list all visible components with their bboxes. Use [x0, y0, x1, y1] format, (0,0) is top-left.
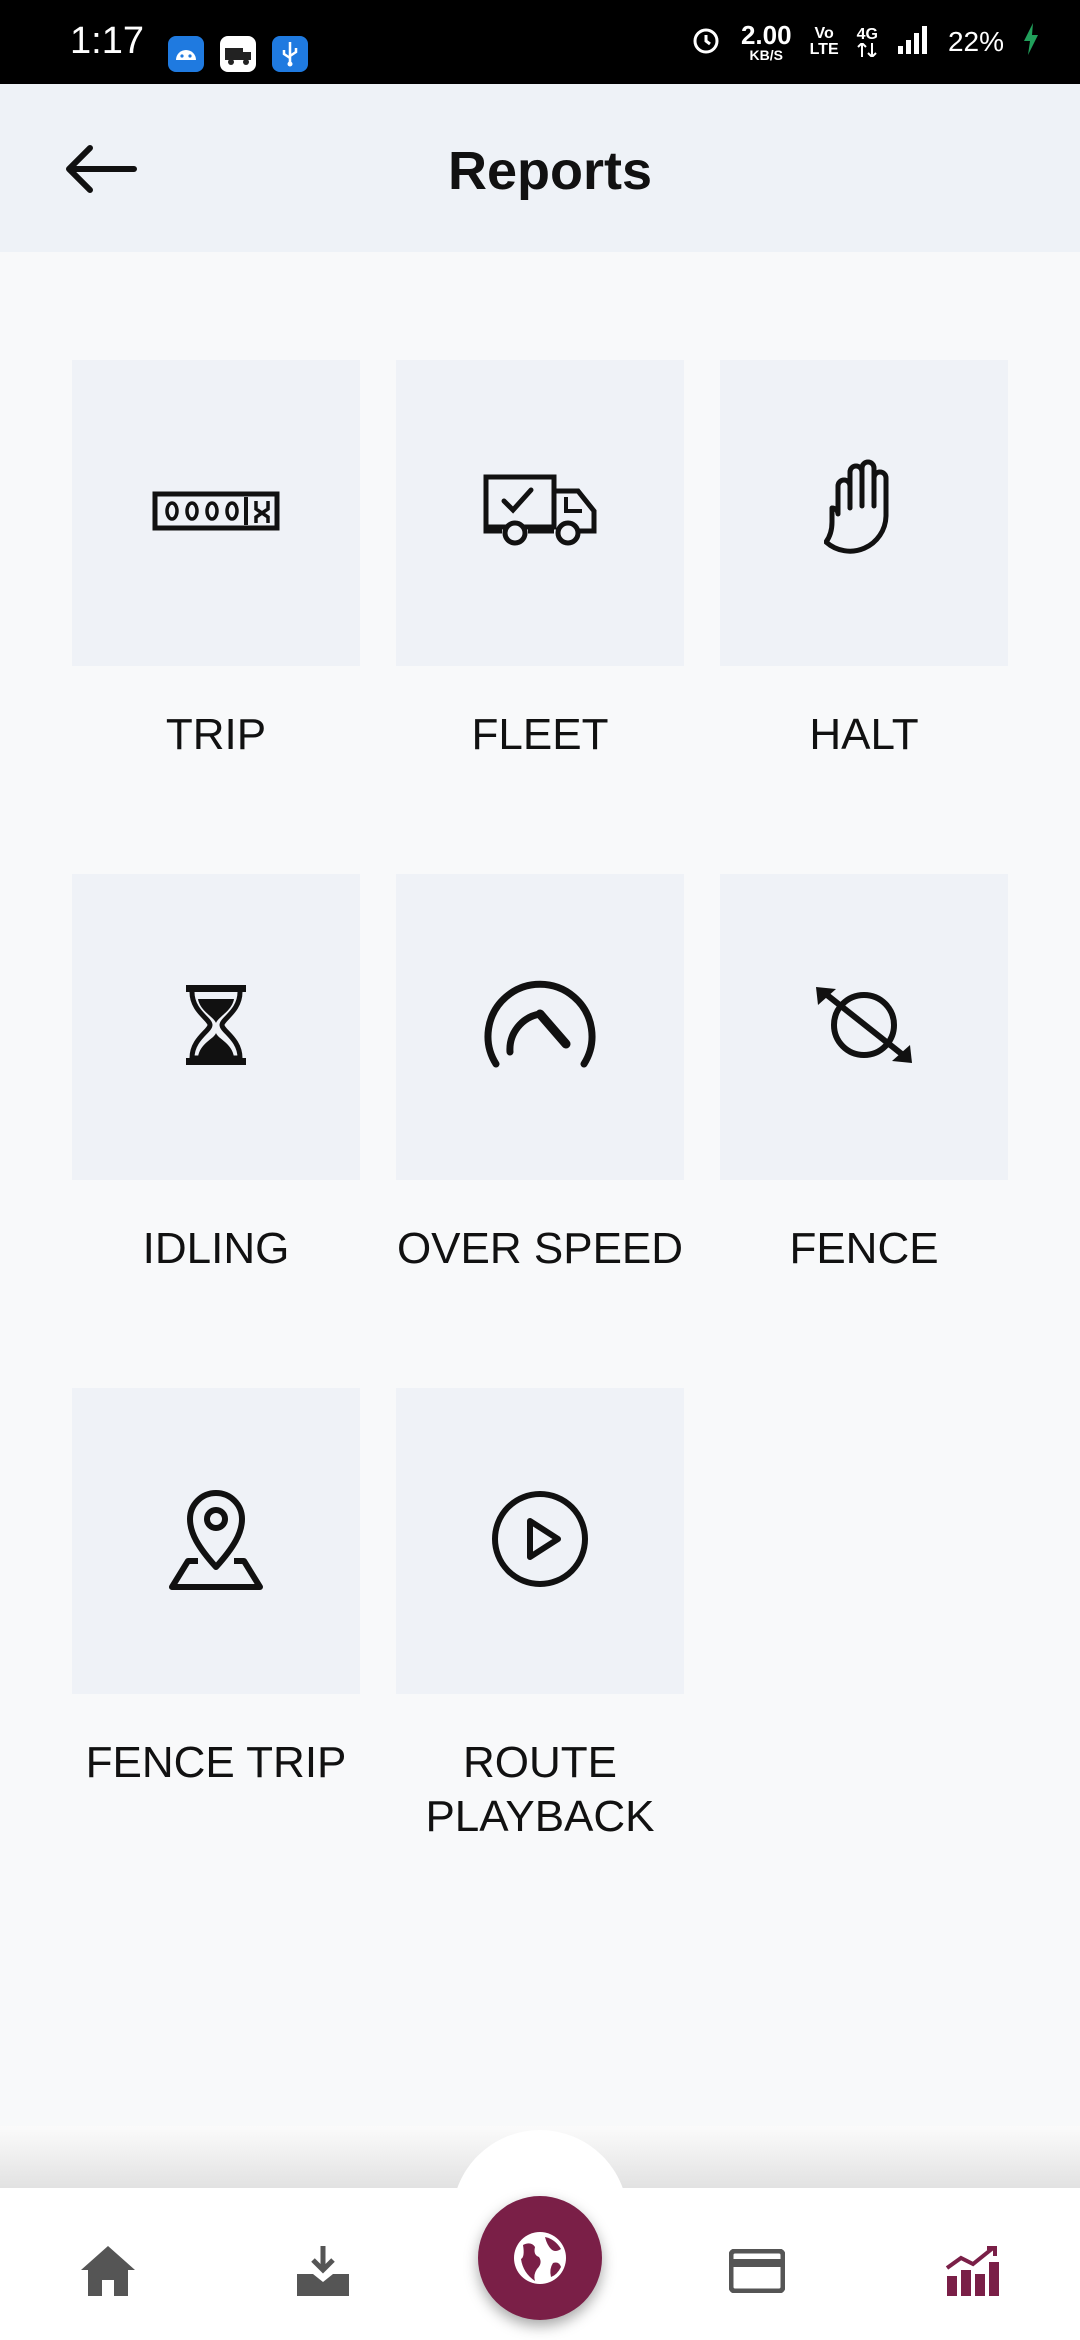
- signal-icon: [896, 24, 930, 61]
- mobile-data-indicator: 4G: [857, 27, 878, 57]
- app-bar: Reports: [0, 84, 1080, 252]
- globe-icon[interactable]: [478, 2196, 602, 2320]
- charging-icon: [1022, 22, 1040, 62]
- usb-icon: [272, 36, 308, 72]
- alarm-icon: [689, 22, 723, 63]
- odometer-icon: [152, 491, 280, 536]
- tile-label: FLEET: [471, 710, 609, 759]
- download-icon[interactable]: [288, 2236, 358, 2306]
- android-app-icon: [168, 36, 204, 72]
- map-pin-icon: [168, 1487, 264, 1596]
- hourglass-icon: [184, 983, 248, 1072]
- hand-icon: [823, 456, 904, 571]
- volte-indicator: Vo LTE: [809, 25, 839, 58]
- battery-percent: 22%: [947, 26, 1004, 57]
- play-circle-icon: [490, 1489, 590, 1594]
- network-speed: 2.00 KB/S: [740, 20, 792, 63]
- speedometer-icon: [482, 980, 598, 1075]
- tile-label: TRIP: [165, 710, 267, 759]
- report-tile-route-playback[interactable]: ROUTE PLAYBACK: [396, 1388, 684, 1844]
- chart-icon[interactable]: [936, 2236, 1006, 2306]
- report-tile-over-speed[interactable]: OVER SPEED: [396, 874, 684, 1276]
- status-time: 1:17: [70, 20, 144, 62]
- page-title: Reports: [447, 141, 653, 201]
- report-tile-fence-trip[interactable]: FENCE TRIP: [72, 1388, 360, 1790]
- report-tile-idling[interactable]: IDLING: [72, 874, 360, 1276]
- report-tile-fence[interactable]: FENCE: [720, 874, 1008, 1276]
- tile-label: IDLING: [142, 1224, 290, 1273]
- tile-label: FENCE: [789, 1224, 939, 1273]
- report-tile-halt[interactable]: HALT: [720, 360, 1008, 762]
- tile-label: HALT: [809, 710, 919, 759]
- truck-app-icon: [220, 36, 256, 72]
- card-icon[interactable]: [722, 2236, 792, 2306]
- report-tile-fleet[interactable]: FLEET: [396, 360, 684, 762]
- tile-label: ROUTE PLAYBACK: [425, 1738, 655, 1841]
- status-bar: 1:17 2.00 KB/S Vo LTE 4G 22%: [0, 0, 1080, 84]
- tile-label: FENCE TRIP: [85, 1738, 347, 1787]
- home-icon[interactable]: [73, 2236, 143, 2306]
- report-tile-trip[interactable]: TRIP: [72, 360, 360, 762]
- tile-label: OVER SPEED: [396, 1224, 684, 1273]
- truck-check-icon: [482, 473, 598, 554]
- fence-arrows-icon: [812, 985, 916, 1070]
